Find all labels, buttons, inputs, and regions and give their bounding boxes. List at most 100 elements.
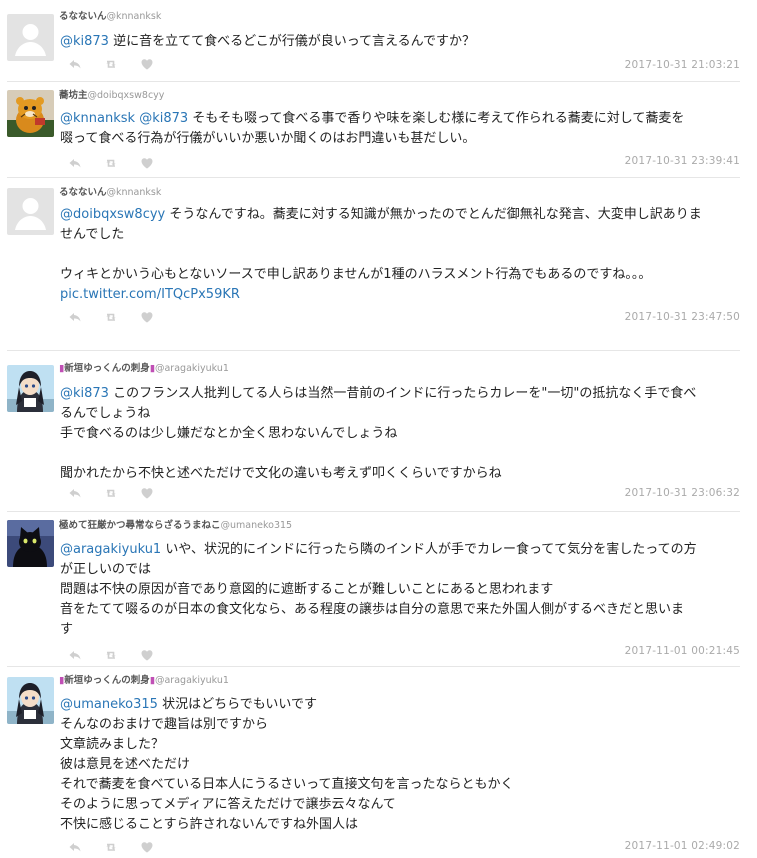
- retweet-icon[interactable]: [104, 647, 118, 661]
- tweet-feed: るなないん@knnanksk @ki873 逆に音を立てて食べるどこが行儀が良い…: [0, 0, 757, 855]
- tweet-text-line: 啜って食べる行為が行儀がいいか悪いか聞くのはお門違いも甚だしい。: [60, 129, 742, 149]
- tweet: ▮新垣ゆっくんの刺身▮@aragakiyuku1 @umaneko315 状況は…: [0, 667, 757, 855]
- tweet-text-line: ウィキとかいう心もとないソースで申し訳ありませんが1種のハラスメント行為でもある…: [60, 265, 742, 285]
- tweet-text: 不快に感じることすら許されないんですね外国人は: [60, 817, 358, 832]
- tweet-text-line: るんでしょうね: [60, 404, 742, 424]
- tweet: るなないん@knnanksk @doibqxsw8cyy そうなんですね。蕎麦に…: [0, 178, 757, 351]
- tweet-header: るなないん@knnanksk: [59, 11, 161, 23]
- tweet-text: 状況はどちらでもいいです: [157, 697, 318, 712]
- tweet-text: せんでした: [60, 227, 125, 242]
- mention-link[interactable]: @ki873: [60, 34, 109, 49]
- mention-link[interactable]: @ki873: [60, 386, 109, 401]
- tweet-text-line: 聞かれたから不快と述べただけで文化の違いも考えず叩くくらいですからね: [60, 464, 742, 484]
- retweet-icon[interactable]: [104, 485, 118, 499]
- mention-link[interactable]: @knnanksk: [60, 111, 135, 126]
- tweet-header: 極めて狂厳かつ尋常ならざるうまねこ@umaneko315: [59, 520, 292, 532]
- tweet-text: 啜って食べる行為が行儀がいいか悪いか聞くのはお門違いも甚だしい。: [60, 131, 476, 146]
- timestamp[interactable]: 2017-10-31 21:03:21: [625, 59, 740, 71]
- tweet-text-line: 問題は不快の原因が音であり意図的に遮断することが難しいことにあると思われます: [60, 580, 742, 600]
- like-icon[interactable]: [140, 56, 154, 70]
- tweet-header: 蕎坊主@doibqxsw8cyy: [59, 90, 164, 102]
- screen-name[interactable]: @knnanksk: [107, 11, 162, 22]
- tweet-text: 逆に音を立てて食べるどこが行儀が良いって言えるんですか？: [108, 34, 476, 49]
- tweet: ▮新垣ゆっくんの刺身▮@aragakiyuku1 @ki873 このフランス人批…: [0, 351, 757, 512]
- reply-icon[interactable]: [68, 309, 82, 323]
- mention-link[interactable]: @doibqxsw8cyy: [60, 207, 165, 222]
- tweet-text-line: @doibqxsw8cyy そうなんですね。蕎麦に対する知識が無かったのでとんだ…: [60, 205, 742, 225]
- timestamp[interactable]: 2017-10-31 23:39:41: [625, 155, 740, 167]
- like-icon[interactable]: [140, 647, 154, 661]
- mention-link[interactable]: @ki873: [139, 111, 188, 126]
- tweet-text: そうなんですね。蕎麦に対する知識が無かったのでとんだ御無礼な発言、大変申し訳あり…: [165, 207, 702, 222]
- tweet-text: そのように思ってメディアに答えただけで譲歩云々なんて: [60, 797, 396, 812]
- tweet-body: @ki873 このフランス人批判してる人らは当然一昔前のインドに行ったらカレーを…: [60, 384, 742, 484]
- tweet-body: @ki873 逆に音を立てて食べるどこが行儀が良いって言えるんですか？: [60, 32, 742, 52]
- screen-name[interactable]: @doibqxsw8cyy: [88, 90, 165, 101]
- timestamp[interactable]: 2017-10-31 23:06:32: [625, 487, 740, 499]
- reply-icon[interactable]: [68, 839, 82, 853]
- display-name[interactable]: るなないん: [59, 187, 107, 198]
- like-icon[interactable]: [140, 485, 154, 499]
- tweet-text: そんなのおまけで趣旨は別ですから: [60, 717, 269, 732]
- media-link[interactable]: pic.twitter.com/ITQcPx59KR: [60, 287, 240, 302]
- display-name[interactable]: 新垣ゆっくんの刺身: [64, 363, 150, 374]
- tweet-text-line: 不快に感じることすら許されないんですね外国人は: [60, 815, 742, 835]
- reply-icon[interactable]: [68, 56, 82, 70]
- tweet: るなないん@knnanksk @ki873 逆に音を立てて食べるどこが行儀が良い…: [0, 0, 757, 82]
- screen-name[interactable]: @aragakiyuku1: [155, 675, 229, 686]
- tweet-header: ▮新垣ゆっくんの刺身▮@aragakiyuku1: [59, 675, 229, 687]
- tweet: 極めて狂厳かつ尋常ならざるうまねこ@umaneko315 @aragakiyuk…: [0, 512, 757, 667]
- mention-link[interactable]: @umaneko315: [60, 697, 158, 712]
- tweet-actions: [68, 647, 154, 661]
- tweet-text-line: それで蕎麦を食べている日本人にうるさいって直接文句を言ったならともかく: [60, 775, 742, 795]
- tweet-text: 問題は不快の原因が音であり意図的に遮断することが難しいことにあると思われます: [60, 582, 554, 597]
- retweet-icon[interactable]: [104, 155, 118, 169]
- mention-link[interactable]: @aragakiyuku1: [60, 542, 161, 557]
- black-cat-avatar[interactable]: [7, 520, 54, 567]
- retweet-icon[interactable]: [104, 839, 118, 853]
- reply-icon[interactable]: [68, 485, 82, 499]
- timestamp[interactable]: 2017-11-01 00:21:45: [625, 645, 740, 657]
- like-icon[interactable]: [140, 155, 154, 169]
- tweet-text: そもそも啜って食べる事で香りや味を楽しむ様に考えて作られる蕎麦に対して蕎麦を: [188, 111, 685, 126]
- tweet-text-line: @umaneko315 状況はどちらでもいいです: [60, 695, 742, 715]
- tweet-text-line: 文章読みました？: [60, 735, 742, 755]
- timestamp[interactable]: 2017-10-31 23:47:50: [625, 311, 740, 323]
- like-icon[interactable]: [140, 309, 154, 323]
- tiger-plush-avatar[interactable]: [7, 90, 54, 137]
- tweet: 蕎坊主@doibqxsw8cyy @knnanksk @ki873 そもそも啜っ…: [0, 82, 757, 178]
- tweet-text: このフランス人批判してる人らは当然一昔前のインドに行ったらカレーを"一切"の抵抗…: [108, 386, 697, 401]
- default-avatar[interactable]: [7, 14, 54, 61]
- screen-name[interactable]: @knnanksk: [107, 187, 162, 198]
- display-name[interactable]: るなないん: [59, 11, 107, 22]
- tweet-text-line: @ki873 逆に音を立てて食べるどこが行儀が良いって言えるんですか？: [60, 32, 742, 52]
- display-name[interactable]: 新垣ゆっくんの刺身: [64, 675, 150, 686]
- display-name[interactable]: 極めて狂厳かつ尋常ならざるうまねこ: [59, 520, 221, 531]
- like-icon[interactable]: [140, 839, 154, 853]
- retweet-icon[interactable]: [104, 309, 118, 323]
- retweet-icon[interactable]: [104, 56, 118, 70]
- tweet-body: @doibqxsw8cyy そうなんですね。蕎麦に対する知識が無かったのでとんだ…: [60, 205, 742, 305]
- anime-girl-avatar[interactable]: [7, 365, 54, 412]
- display-name[interactable]: 蕎坊主: [59, 90, 88, 101]
- anime-girl-avatar[interactable]: [7, 677, 54, 724]
- tweet-text: 文章読みました？: [60, 737, 165, 752]
- tweet-header: ▮新垣ゆっくんの刺身▮@aragakiyuku1: [59, 363, 229, 375]
- tweet-text: ウィキとかいう心もとないソースで申し訳ありませんが1種のハラスメント行為でもある…: [60, 267, 652, 282]
- reply-icon[interactable]: [68, 155, 82, 169]
- screen-name[interactable]: @umaneko315: [221, 520, 293, 531]
- reply-icon[interactable]: [68, 647, 82, 661]
- screen-name[interactable]: @aragakiyuku1: [155, 363, 229, 374]
- timestamp[interactable]: 2017-11-01 02:49:02: [625, 840, 740, 852]
- tweet-body: @aragakiyuku1 いや、状況的にインドに行ったら隣のインド人が手でカレ…: [60, 540, 742, 640]
- tweet-text-line: が正しいのでは: [60, 560, 742, 580]
- tweet-text: それで蕎麦を食べている日本人にうるさいって直接文句を言ったならともかく: [60, 777, 514, 792]
- tweet-text-line: @aragakiyuku1 いや、状況的にインドに行ったら隣のインド人が手でカレ…: [60, 540, 742, 560]
- default-avatar[interactable]: [7, 188, 54, 235]
- tweet-text-line: 彼は意見を述べただけ: [60, 755, 742, 775]
- tweet-text-line: せんでした: [60, 225, 742, 245]
- tweet-text: るんでしょうね: [60, 406, 151, 421]
- tweet-actions: [68, 309, 154, 323]
- tweet-text-line: 音をたてて啜るのが日本の食文化なら、ある程度の譲歩は自分の意思で来た外国人側がす…: [60, 600, 742, 620]
